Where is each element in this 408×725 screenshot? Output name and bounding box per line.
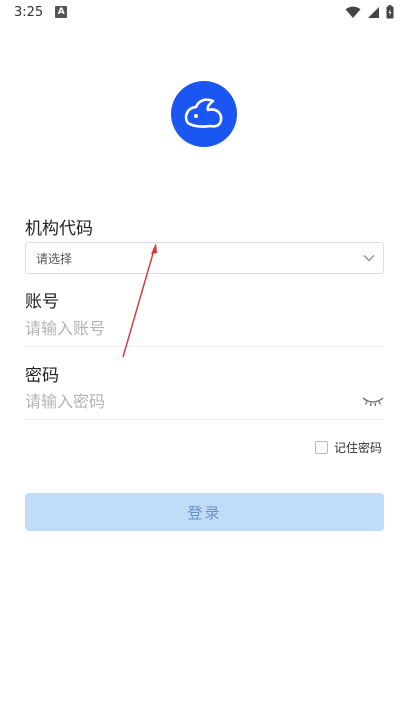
battery-icon — [386, 5, 394, 19]
org-code-placeholder: 请选择 — [36, 251, 73, 266]
signal-icon — [368, 6, 379, 18]
notification-icon: A — [55, 6, 68, 18]
account-label: 账号 — [25, 292, 59, 312]
status-bar: 3:25 A — [0, 0, 408, 24]
status-time: 3:25 — [14, 4, 44, 20]
rabbit-logo-icon — [184, 98, 223, 128]
account-underline — [25, 346, 384, 347]
eye-closed-icon[interactable] — [362, 395, 384, 407]
password-underline — [25, 419, 384, 420]
status-left: 3:25 A — [14, 4, 68, 20]
chevron-down-icon — [363, 255, 375, 262]
password-input[interactable] — [25, 387, 355, 415]
org-code-label: 机构代码 — [25, 219, 93, 239]
app-logo — [171, 81, 237, 147]
login-screen: 3:25 A 机构代码 请选择 账号 请输入账号 密码 记住密码 登录 — [0, 0, 408, 725]
status-right — [345, 5, 394, 19]
wifi-icon — [345, 6, 361, 18]
remember-checkbox[interactable] — [315, 441, 328, 454]
account-input[interactable] — [25, 314, 384, 342]
remember-password[interactable]: 记住密码 — [315, 439, 382, 456]
password-label: 密码 — [25, 366, 59, 386]
org-code-select[interactable]: 请选择 — [25, 242, 384, 274]
remember-password-label: 记住密码 — [334, 441, 383, 455]
login-button[interactable]: 登录 — [25, 493, 384, 531]
